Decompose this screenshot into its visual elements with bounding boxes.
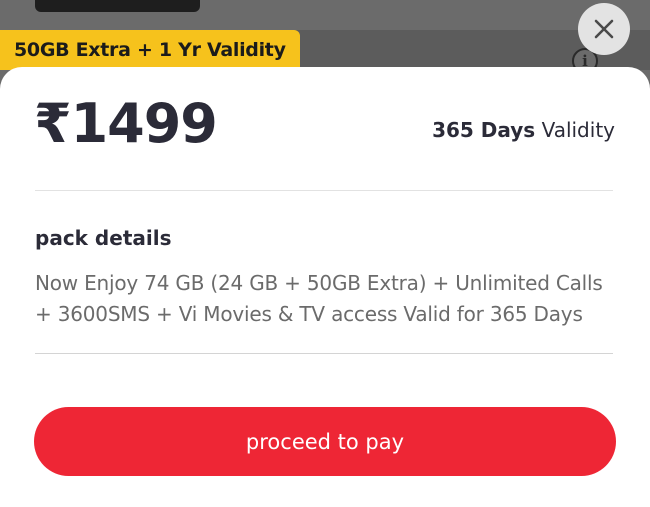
- divider: [35, 190, 613, 191]
- close-button[interactable]: [578, 3, 630, 55]
- close-icon: [594, 19, 614, 39]
- validity-days: 365 Days: [432, 118, 536, 142]
- pack-details-heading: pack details: [35, 226, 172, 250]
- plan-details-sheet: ₹1499 365 Days Validity pack details Now…: [0, 67, 650, 507]
- offer-badge: 50GB Extra + 1 Yr Validity: [0, 30, 300, 70]
- background-top-bar: [35, 0, 200, 12]
- divider: [35, 353, 613, 354]
- validity-label: Validity: [541, 118, 615, 142]
- plan-price: ₹1499: [34, 92, 218, 155]
- pack-description: Now Enjoy 74 GB (24 GB + 50GB Extra) + U…: [35, 271, 603, 326]
- plan-validity: 365 Days Validity: [432, 118, 615, 142]
- proceed-to-pay-button[interactable]: proceed to pay: [34, 407, 616, 476]
